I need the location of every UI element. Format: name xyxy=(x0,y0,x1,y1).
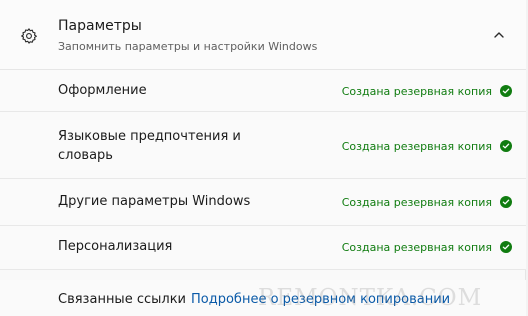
status-text: Создана резервная копия xyxy=(341,85,492,98)
settings-panel: Параметры Запомнить параметры и настройк… xyxy=(0,0,526,316)
list-item-language: Языковые предпочтения и словарь Создана … xyxy=(0,112,526,179)
check-circle-icon xyxy=(500,140,512,152)
status-text: Создана резервная копия xyxy=(341,196,492,209)
status-text: Создана резервная копия xyxy=(341,140,492,153)
item-label: Персонализация xyxy=(58,239,173,254)
check-circle-icon xyxy=(500,196,512,208)
item-label: Другие параметры Windows xyxy=(58,194,251,209)
list-item-personalization: Персонализация Создана резервная копия xyxy=(0,226,526,270)
chevron-up-icon[interactable] xyxy=(492,28,506,42)
item-label: Языковые предпочтения и словарь xyxy=(58,129,241,163)
gear-icon xyxy=(21,28,37,44)
check-circle-icon xyxy=(500,85,512,97)
list-item-other-windows-settings: Другие параметры Windows Создана резервн… xyxy=(0,179,526,226)
item-label: Оформление xyxy=(58,83,147,98)
status-text: Создана резервная копия xyxy=(341,241,492,254)
section-title: Параметры xyxy=(58,18,142,34)
backup-info-link[interactable]: Подробнее о резервном копировании xyxy=(191,292,450,307)
check-circle-icon xyxy=(500,241,512,253)
settings-expander-header[interactable]: Параметры Запомнить параметры и настройк… xyxy=(0,0,526,70)
list-item-appearance: Оформление Создана резервная копия xyxy=(0,70,526,112)
section-subtitle: Запомнить параметры и настройки Windows xyxy=(58,40,318,53)
related-links: Связанные ссылки Подробнее о резервном к… xyxy=(0,280,526,316)
related-links-label: Связанные ссылки xyxy=(58,292,187,307)
